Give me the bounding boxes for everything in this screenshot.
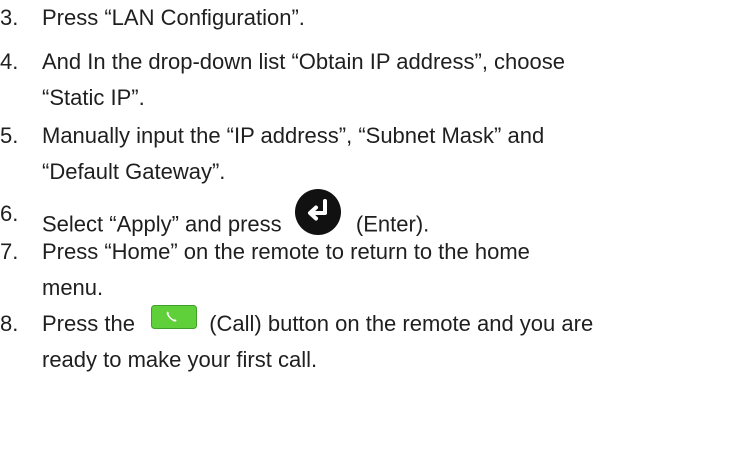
step-number: 4. [0, 49, 19, 74]
step-text: Press “Home” on the remote to return to … [42, 239, 530, 264]
step-number: 8. [0, 311, 19, 336]
step-text: Manually input the “IP address”, “Subnet… [42, 123, 545, 148]
step-number: 6. [0, 201, 19, 226]
step-text: Press “LAN Configuration”. [42, 5, 305, 30]
step-text-continued: ready to make your first call. [42, 347, 318, 372]
step-text-continued: “Default Gateway”. [42, 159, 226, 184]
step-text-before-icon: Select “Apply” and press [42, 211, 282, 237]
step-text-continued: “Static IP”. [42, 85, 145, 110]
step-text-after-icon: (Enter). [355, 211, 430, 237]
step-text: Press the (Call) button on the remote an… [42, 305, 594, 343]
step-text-continued: menu. [42, 275, 104, 300]
step-text-after-icon: (Call) button on the remote and you are [209, 311, 594, 336]
step-text-before-icon: Press the [42, 311, 135, 336]
instruction-steps: 3. Press “LAN Configuration”. 4. And In … [0, 0, 731, 468]
step-number: 3. [0, 5, 19, 30]
call-button-icon [141, 305, 203, 343]
step-text: And In the drop-down list “Obtain IP add… [42, 49, 565, 74]
step-number: 7. [0, 239, 19, 264]
step-number: 5. [0, 123, 19, 148]
